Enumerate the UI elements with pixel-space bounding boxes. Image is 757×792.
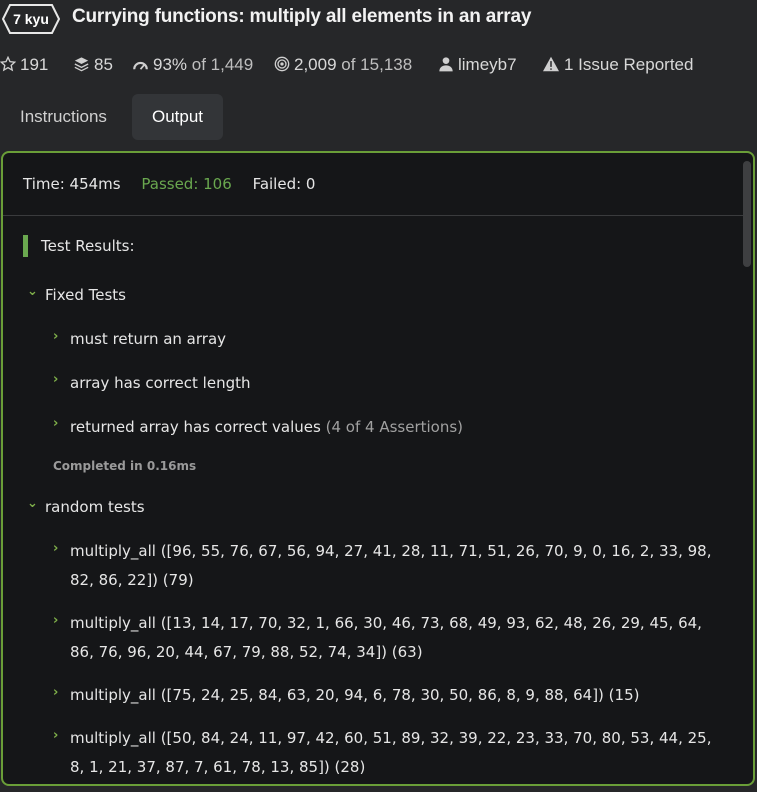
assertion-count: (4 of 4 Assertions) [325,418,464,436]
test-item-line: 82, 86, 22]) (79) [70,571,194,589]
chevron-right-icon[interactable]: › [53,372,58,387]
chevron-down-icon[interactable]: ⌄ [27,496,38,511]
test-item-line: multiply_all ([75, 24, 25, 84, 63, 20, 9… [70,686,640,704]
warning-icon [543,56,559,72]
chevron-right-icon[interactable]: › [53,728,58,743]
target-icon [274,56,290,72]
test-item[interactable]: multiply_all ([96, 55, 76, 67, 56, 94, 2… [70,537,711,595]
stars-count: 191 [20,55,49,74]
tab-instructions[interactable]: Instructions [20,94,107,140]
star-icon [0,55,17,72]
test-item[interactable]: multiply_all ([13, 14, 17, 70, 32, 1, 66… [70,609,702,667]
test-item[interactable]: multiply_all ([75, 24, 25, 84, 63, 20, 9… [70,681,639,710]
completed-count: 2,009 [294,55,337,74]
completed-time: Completed in 0.16ms [53,459,197,473]
collections-count: 85 [94,55,113,74]
test-item-line: 86, 76, 96, 20, 44, 67, 79, 88, 52, 74, … [70,643,423,661]
chevron-down-icon[interactable]: ⌄ [27,284,38,299]
chevron-right-icon[interactable]: › [53,329,58,344]
test-item-line: multiply_all ([13, 14, 17, 70, 32, 1, 66… [70,614,702,632]
kyu-badge: 7 kyu [2,4,60,34]
tab-output[interactable]: Output [132,94,224,140]
failed-stat: Failed: 0 [252,175,316,193]
user-icon [439,57,453,72]
kata-header: 7 kyu Currying functions: multiply all e… [0,0,757,40]
output-panel: Time: 454ms Passed: 106 Failed: 0 Test R… [1,151,755,786]
satisfaction-percent: 93% [153,55,188,74]
test-item[interactable]: multiply_all ([50, 84, 24, 11, 97, 42, 6… [70,724,711,782]
layers-icon [74,57,89,72]
collections-stat[interactable]: 85 [73,52,113,78]
author-name: limeyb7 [458,55,517,74]
test-summary: Time: 454ms Passed: 106 Failed: 0 [23,175,331,193]
test-item-label: returned array has correct values [70,418,321,436]
test-item[interactable]: returned array has correct values (4 of … [70,413,463,442]
completed-total: of 15,138 [341,55,413,74]
chevron-right-icon[interactable]: › [53,541,58,556]
author-link[interactable]: limeyb7 [438,52,517,78]
test-item-line: 8, 1, 21, 37, 87, 7, 61, 78, 13, 85]) (2… [70,758,366,776]
fixed-tests-group[interactable]: Fixed Tests [45,286,126,304]
gauge-icon [133,61,148,70]
tab-bar: Instructions Output [0,94,757,140]
satisfaction-votes: of 1,449 [191,55,254,74]
satisfaction-stat: 93% of 1,449 [132,52,253,78]
kata-stats: 191 85 93% of 1,449 2,009 of 15,138 lime… [0,52,757,78]
passed-stat: Passed: 106 [141,175,232,193]
results-accent-bar [23,235,28,257]
chevron-right-icon[interactable]: › [53,685,58,700]
completed-stat[interactable]: 2,009 of 15,138 [274,52,412,78]
test-item[interactable]: must return an array [70,325,226,354]
kyu-label: 7 kyu [13,11,49,27]
test-item-line: multiply_all ([96, 55, 76, 67, 56, 94, 2… [70,542,712,560]
test-item-line: multiply_all ([50, 84, 24, 11, 97, 42, 6… [70,729,712,747]
results-title: Test Results: [41,237,135,255]
scrollbar-thumb[interactable] [743,161,751,267]
issues-count: 1 Issue Reported [564,55,694,74]
chevron-right-icon[interactable]: › [53,416,58,431]
random-tests-group[interactable]: random tests [45,498,145,516]
kata-title: Currying functions: multiply all element… [72,6,532,27]
test-item[interactable]: array has correct length [70,369,250,398]
issues-link[interactable]: 1 Issue Reported [542,52,693,78]
stars-stat[interactable]: 191 [0,52,48,78]
divider [3,215,743,216]
chevron-right-icon[interactable]: › [53,613,58,628]
time-stat: Time: 454ms [23,175,121,193]
